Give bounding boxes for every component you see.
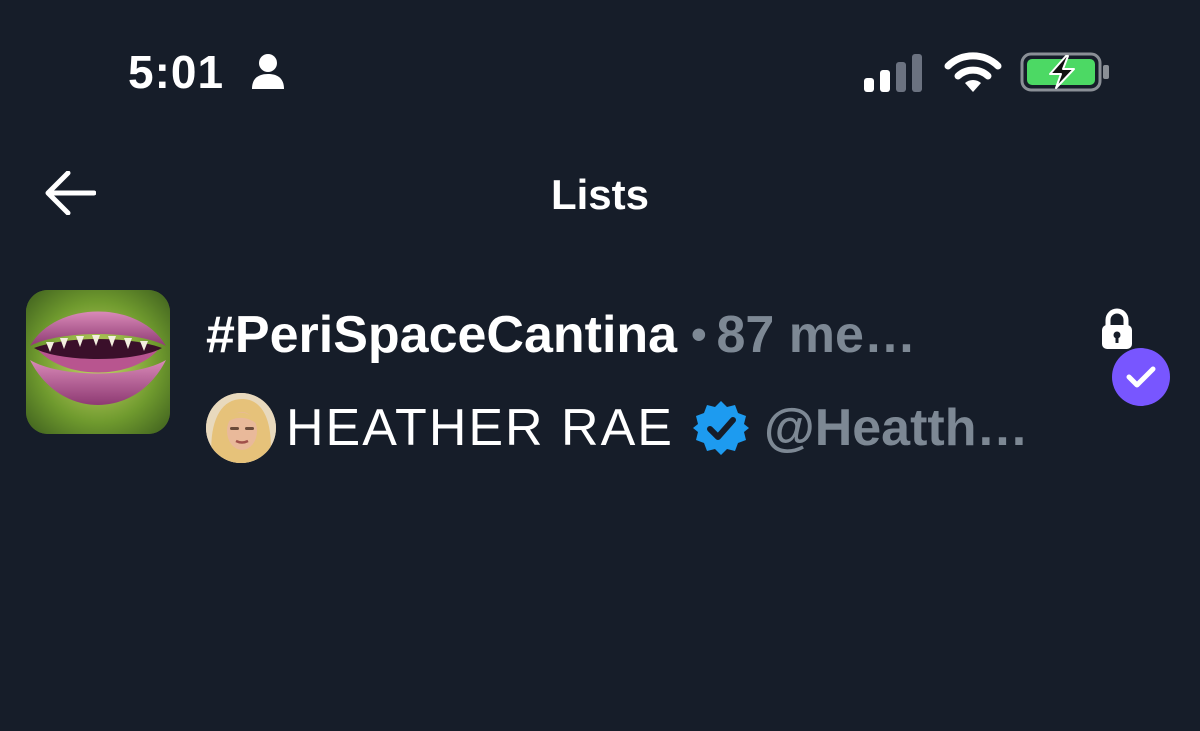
wifi-icon [944, 52, 1002, 97]
status-bar: 5:01 [0, 0, 1200, 140]
selected-check-button[interactable] [1112, 348, 1170, 406]
cellular-signal-icon [864, 54, 928, 97]
list-item[interactable]: #PeriSpaceCantina • 87 me… HEATHER RAE @… [0, 280, 1200, 480]
verified-badge-icon [692, 399, 750, 457]
list-title-row: #PeriSpaceCantina • 87 me… [206, 300, 1086, 370]
checkmark-icon [1126, 366, 1156, 388]
list-avatar [26, 290, 170, 434]
list-name: #PeriSpaceCantina [206, 306, 678, 364]
owner-display-name: HEATHER RAE [286, 399, 674, 457]
lock-icon [1100, 308, 1134, 355]
status-time: 5:01 [128, 46, 225, 98]
separator-dot: • [691, 310, 707, 359]
person-icon [250, 53, 286, 96]
owner-avatar [206, 393, 276, 463]
member-count: 87 me… [716, 306, 916, 364]
page-title: Lists [550, 171, 650, 218]
battery-charging-icon [1020, 52, 1112, 97]
owner-handle: @Heatth… [763, 399, 1029, 457]
list-owner-row: HEATHER RAE @Heatth… [206, 392, 1106, 464]
nav-bar: Lists [0, 150, 1200, 240]
